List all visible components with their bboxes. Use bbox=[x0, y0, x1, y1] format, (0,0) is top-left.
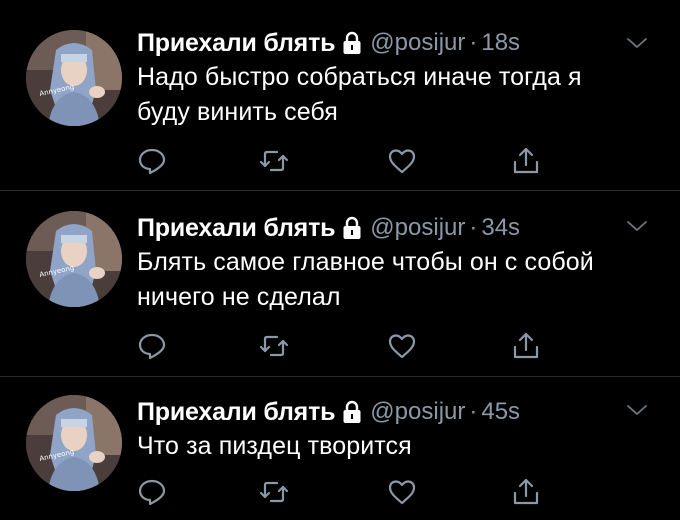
tweet-actions bbox=[137, 477, 557, 507]
tweet-actions bbox=[137, 146, 557, 176]
tweet-text: Блять самое главное чтобы он с собой ниче… bbox=[137, 245, 657, 315]
tweet-header: Приехали блять @posijur · 45s bbox=[137, 397, 520, 427]
reply-icon[interactable] bbox=[137, 331, 167, 361]
tweet-header: Приехали блять @posijur · 18s bbox=[137, 28, 520, 58]
timestamp[interactable]: 34s bbox=[481, 214, 520, 242]
tweet-text: Что за пиздец творится bbox=[137, 429, 657, 464]
tweet-text-line: буду винить себя bbox=[137, 98, 338, 126]
tweet-text-line: ничего не сделал bbox=[137, 283, 341, 311]
chevron-down-icon[interactable] bbox=[626, 219, 648, 233]
avatar[interactable]: Annyeong bbox=[26, 30, 122, 126]
user-handle[interactable]: @posijur bbox=[370, 214, 465, 242]
avatar[interactable]: Annyeong bbox=[26, 211, 122, 307]
display-name[interactable]: Приехали блять bbox=[137, 398, 335, 427]
timeline: Annyeong Приехали блять @posijur · 18s Над… bbox=[0, 0, 680, 520]
share-icon[interactable] bbox=[511, 331, 541, 361]
display-name[interactable]: Приехали блять bbox=[137, 214, 335, 243]
separator-dot: · bbox=[469, 214, 478, 241]
lock-icon bbox=[342, 31, 362, 55]
heart-icon[interactable] bbox=[387, 331, 417, 361]
separator-dot: · bbox=[469, 29, 478, 56]
heart-icon[interactable] bbox=[387, 146, 417, 176]
chevron-down-icon[interactable] bbox=[626, 36, 648, 50]
tweet-text-line: Надо быстро собраться иначе тогда я bbox=[137, 63, 582, 91]
timestamp[interactable]: 45s bbox=[481, 398, 520, 426]
tweet[interactable]: Annyeong Приехали блять @posijur · 34s Бля… bbox=[0, 191, 680, 377]
reply-icon[interactable] bbox=[137, 477, 167, 507]
tweet-text-line: Что за пиздец творится bbox=[137, 432, 412, 460]
retweet-icon[interactable] bbox=[259, 477, 289, 507]
share-icon[interactable] bbox=[511, 477, 541, 507]
user-handle[interactable]: @posijur bbox=[370, 398, 465, 426]
display-name[interactable]: Приехали блять bbox=[137, 29, 335, 58]
tweet-text: Надо быстро собраться иначе тогда я буду … bbox=[137, 60, 657, 130]
separator-dot: · bbox=[469, 398, 478, 425]
share-icon[interactable] bbox=[511, 146, 541, 176]
tweet-header: Приехали блять @posijur · 34s bbox=[137, 213, 520, 243]
lock-icon bbox=[342, 216, 362, 240]
tweet-actions bbox=[137, 331, 557, 361]
chevron-down-icon[interactable] bbox=[626, 403, 648, 417]
tweet-text-line: Блять самое главное чтобы он с собой bbox=[137, 248, 594, 276]
retweet-icon[interactable] bbox=[259, 331, 289, 361]
tweet[interactable]: Annyeong Приехали блять @posijur · 45s Что… bbox=[0, 377, 680, 520]
retweet-icon[interactable] bbox=[259, 146, 289, 176]
lock-icon bbox=[342, 400, 362, 424]
timestamp[interactable]: 18s bbox=[481, 29, 520, 57]
user-handle[interactable]: @posijur bbox=[370, 29, 465, 57]
tweet[interactable]: Annyeong Приехали блять @posijur · 18s Над… bbox=[0, 0, 680, 191]
reply-icon[interactable] bbox=[137, 146, 167, 176]
avatar[interactable]: Annyeong bbox=[26, 395, 122, 491]
heart-icon[interactable] bbox=[387, 477, 417, 507]
